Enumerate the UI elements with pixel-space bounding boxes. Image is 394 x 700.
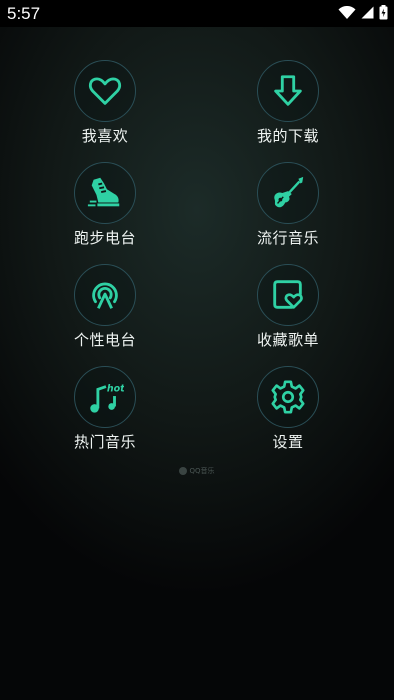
menu-grid: 我喜欢 我的下载 跑步电台 流行音乐 个性电台 收藏歌单 hot 热门音乐 设置	[0, 0, 394, 700]
personal-radio-button[interactable]	[74, 264, 136, 326]
footer-text: QQ音乐	[189, 467, 215, 475]
footer-brand: QQ音乐	[0, 466, 394, 476]
qq-music-logo-icon	[179, 467, 188, 475]
running-radio-button[interactable]	[74, 162, 136, 224]
menu-item-pop-music[interactable]: 流行音乐	[228, 162, 348, 248]
menu-item-favorites[interactable]: 我喜欢	[45, 60, 165, 146]
downloads-button[interactable]	[257, 60, 319, 122]
menu-item-downloads[interactable]: 我的下载	[228, 60, 348, 146]
pop-music-label: 流行音乐	[256, 229, 319, 247]
settings-label: 设置	[272, 433, 304, 451]
electric-guitar-icon	[274, 176, 304, 208]
menu-item-hot-music[interactable]: hot 热门音乐	[45, 366, 165, 452]
hot-music-button[interactable]: hot	[74, 366, 136, 428]
favorites-button[interactable]	[74, 60, 136, 122]
saved-playlists-label: 收藏歌单	[256, 331, 319, 349]
favorite-playlist-icon	[273, 280, 303, 309]
hot-music-label: 热门音乐	[73, 433, 136, 451]
menu-item-settings[interactable]: 设置	[228, 366, 348, 452]
radio-broadcast-icon	[92, 282, 118, 309]
downloads-label: 我的下载	[256, 127, 319, 145]
download-arrow-icon	[274, 75, 302, 106]
menu-item-running-radio[interactable]: 跑步电台	[45, 162, 165, 248]
heart-icon	[88, 77, 122, 105]
gear-icon	[271, 380, 305, 414]
menu-item-saved-playlists[interactable]: 收藏歌单	[228, 264, 348, 350]
running-shoe-icon	[87, 177, 120, 207]
menu-item-personal-radio[interactable]: 个性电台	[45, 264, 165, 350]
hot-music-note-icon: hot	[90, 383, 124, 413]
pop-music-button[interactable]	[257, 162, 319, 224]
settings-button[interactable]	[257, 366, 319, 428]
running-radio-label: 跑步电台	[73, 229, 136, 247]
personal-radio-label: 个性电台	[73, 331, 136, 349]
favorites-label: 我喜欢	[81, 127, 129, 145]
saved-playlists-button[interactable]	[257, 264, 319, 326]
svg-text:hot: hot	[107, 383, 124, 394]
